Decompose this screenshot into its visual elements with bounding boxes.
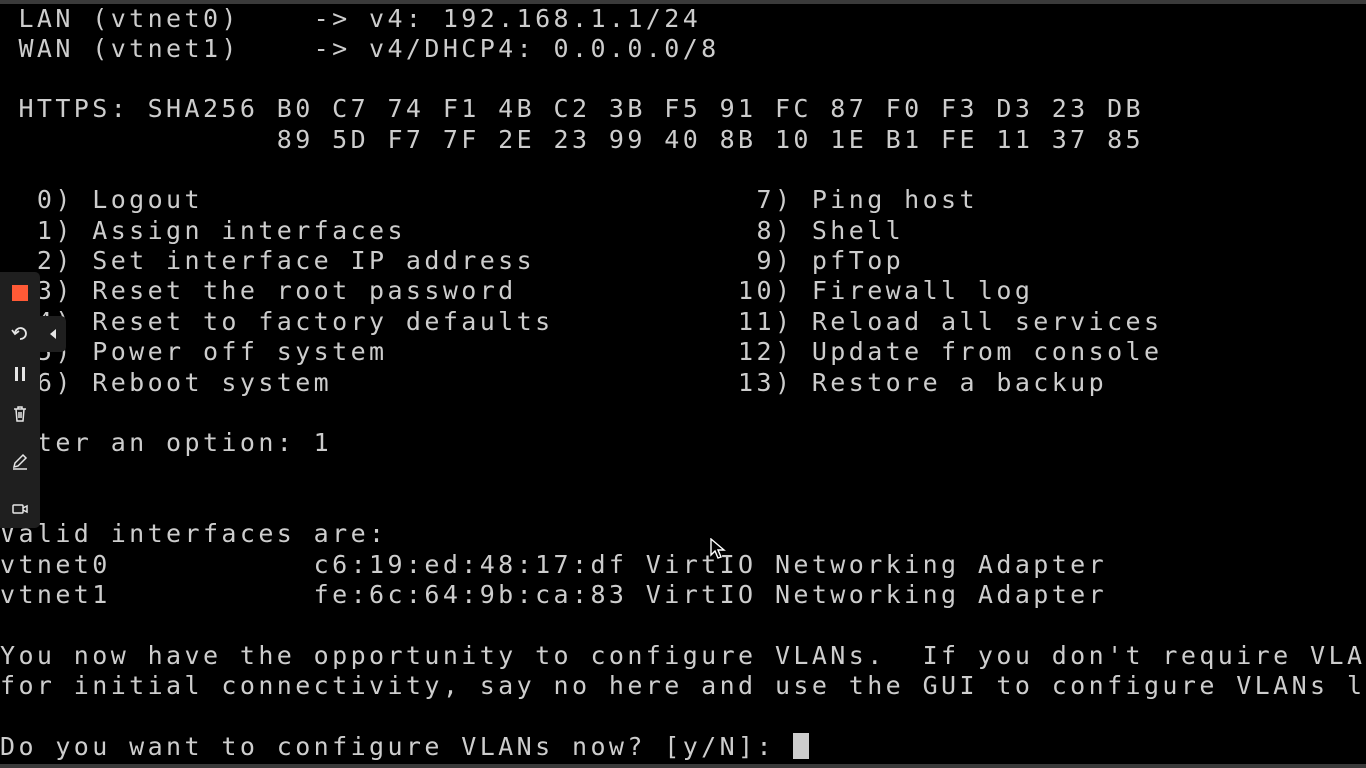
terminal-screen[interactable]: LAN (vtnet0) -> v4: 192.168.1.1/24 WAN (…	[0, 0, 1366, 768]
option-entry-line: Enter an option: 1	[0, 428, 333, 457]
vlan-prompt: Do you want to configure VLANs now? [y/N…	[0, 732, 794, 761]
window-bottom-border	[0, 764, 1366, 768]
console-line: WAN (vtnet1) -> v4/DHCP4: 0.0.0.0/8	[0, 34, 720, 63]
camera-icon	[12, 504, 28, 514]
menu-line: 4) Reset to factory defaults 11) Reload …	[0, 307, 1163, 336]
delete-button[interactable]	[4, 398, 36, 430]
camera-button[interactable]	[4, 493, 36, 525]
console-line: Valid interfaces are:	[0, 519, 388, 548]
undo-button[interactable]	[4, 318, 36, 350]
console-line: You now have the opportunity to configur…	[0, 641, 1366, 670]
pause-button[interactable]	[4, 358, 36, 390]
chevron-left-icon	[50, 329, 56, 339]
pause-icon	[15, 367, 25, 381]
console-line: LAN (vtnet0) -> v4: 192.168.1.1/24	[0, 4, 702, 33]
menu-line: 2) Set interface IP address 9) pfTop	[0, 246, 905, 275]
recorder-toolbar	[0, 272, 40, 528]
toolbar-collapse-handle[interactable]	[40, 316, 66, 352]
menu-line: 6) Reboot system 13) Restore a backup	[0, 368, 1108, 397]
menu-line: 3) Reset the root password 10) Firewall …	[0, 276, 1034, 305]
console-line: for initial connectivity, say no here an…	[0, 671, 1366, 700]
undo-icon	[11, 327, 27, 340]
menu-line: 1) Assign interfaces 8) Shell	[0, 216, 905, 245]
draw-button[interactable]	[4, 446, 36, 478]
prompt-line[interactable]: Do you want to configure VLANs now? [y/N…	[0, 732, 810, 762]
menu-line: 0) Logout 7) Ping host	[0, 185, 978, 214]
interface-line: vtnet1 fe:6c:64:9b:ca:83 VirtIO Networki…	[0, 580, 1108, 609]
interface-line: vtnet0 c6:19:ed:48:17:df VirtIO Networki…	[0, 550, 1108, 579]
pen-icon	[12, 453, 28, 470]
stop-icon	[12, 285, 28, 301]
text-cursor	[793, 733, 810, 759]
console-line: HTTPS: SHA256 B0 C7 74 F1 4B C2 3B F5 91…	[0, 94, 1144, 123]
menu-line: 5) Power off system 12) Update from cons…	[0, 337, 1163, 366]
trash-icon	[14, 406, 26, 422]
console-line: 89 5D F7 7F 2E 23 99 40 8B 10 1E B1 FE 1…	[0, 125, 1144, 154]
stop-recording-button[interactable]	[4, 277, 36, 309]
mouse-pointer-icon	[710, 538, 726, 559]
